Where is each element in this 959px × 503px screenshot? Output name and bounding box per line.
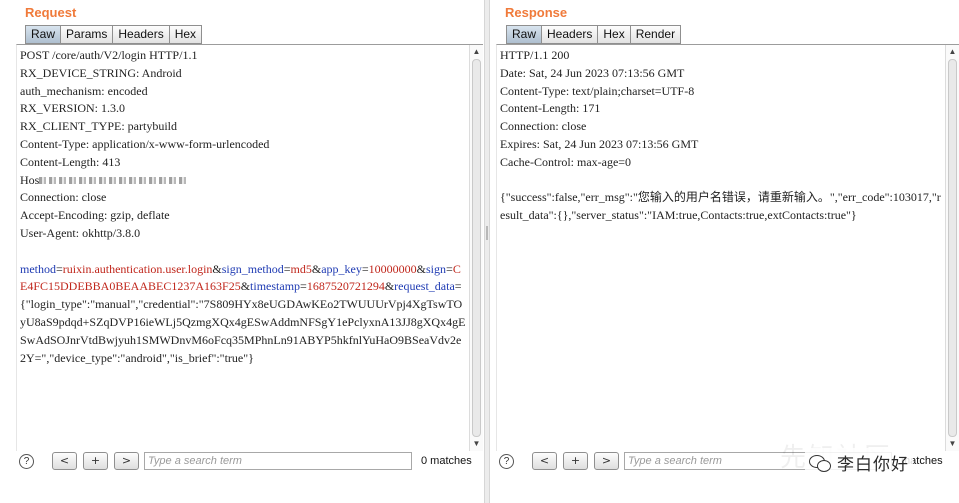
next-match-button[interactable]: > — [594, 452, 619, 470]
request-line: auth_mechanism: encoded — [20, 83, 148, 98]
request-tab-params[interactable]: Params — [60, 25, 113, 44]
scroll-down-icon[interactable]: ▼ — [946, 438, 959, 450]
param-value: md5 — [290, 261, 312, 276]
request-line: User-Agent: okhttp/3.8.0 — [20, 225, 141, 240]
param-separator: & — [240, 279, 251, 294]
request-line: Content-Type: application/x-www-form-url… — [20, 136, 270, 151]
scroll-thumb[interactable] — [948, 59, 957, 437]
request-search-input[interactable] — [144, 452, 412, 470]
response-body: {"success":false,"err_msg":"您输入的用户名错误，请重… — [500, 190, 941, 223]
response-scrollbar[interactable]: ▲ ▼ — [945, 45, 959, 451]
param-separator: & — [416, 261, 427, 276]
param-key: app_key — [321, 261, 362, 276]
scroll-down-icon[interactable]: ▼ — [470, 438, 483, 450]
param-value: {"login_type":"manual","credential":"7S8… — [20, 297, 466, 365]
request-line-host: Hos — [20, 172, 467, 190]
param-equals: = — [56, 261, 63, 276]
response-pane: Response Raw Headers Hex Render HTTP/1.1… — [490, 0, 959, 503]
request-search-bar: ? < + > 0 matches — [19, 451, 472, 471]
request-line: Connection: close — [20, 190, 107, 205]
response-line: Date: Sat, 24 Jun 2023 07:13:56 GMT — [500, 65, 685, 80]
request-text[interactable]: POST /core/auth/V2/login HTTP/1.1 RX_DEV… — [20, 47, 467, 451]
wechat-watermark: 李白你好 — [805, 448, 913, 477]
param-equals: = — [446, 261, 453, 276]
scroll-up-icon[interactable]: ▲ — [470, 46, 483, 58]
scroll-up-icon[interactable]: ▲ — [946, 46, 959, 58]
response-line: Cache-Control: max-age=0 — [500, 154, 632, 169]
request-match-count: 0 matches — [421, 455, 472, 467]
response-tabs: Raw Headers Hex Render — [506, 25, 682, 44]
response-line: HTTP/1.1 200 — [500, 48, 570, 62]
response-tab-headers[interactable]: Headers — [541, 25, 598, 44]
request-line: RX_VERSION: 1.3.0 — [20, 101, 126, 116]
host-label: Hos — [20, 172, 40, 187]
param-equals: = — [361, 261, 369, 276]
response-title: Response — [505, 5, 568, 20]
add-button[interactable]: + — [563, 452, 588, 470]
request-line: RX_DEVICE_STRING: Android — [20, 65, 182, 80]
request-pane: Request Raw Params Headers Hex POST /cor… — [0, 0, 484, 503]
request-line: Content-Length: 413 — [20, 154, 121, 169]
request-title: Request — [25, 5, 77, 20]
response-tab-raw[interactable]: Raw — [506, 25, 542, 44]
response-line: Expires: Sat, 24 Jun 2023 07:13:56 GMT — [500, 136, 699, 151]
help-icon[interactable]: ? — [499, 453, 514, 469]
response-tab-render[interactable]: Render — [629, 25, 682, 44]
request-tab-raw[interactable]: Raw — [25, 25, 61, 44]
wechat-icon — [809, 454, 831, 472]
param-value: 1687520721294 — [306, 279, 385, 294]
help-icon[interactable]: ? — [19, 453, 34, 469]
response-tab-hex[interactable]: Hex — [597, 25, 630, 44]
request-body: method=ruixin.authentication.user.login&… — [20, 261, 467, 368]
splitter-grip[interactable] — [486, 226, 488, 240]
response-line: Content-Length: 171 — [500, 101, 601, 116]
response-editor[interactable]: HTTP/1.1 200 Date: Sat, 24 Jun 2023 07:1… — [496, 44, 959, 451]
watermark-text: 李白你好 — [837, 455, 909, 475]
previous-match-button[interactable]: < — [52, 452, 77, 470]
param-separator: & — [212, 261, 222, 276]
param-key: timestamp — [250, 279, 301, 294]
param-equals: = — [300, 279, 307, 294]
param-key: request_data — [394, 279, 455, 294]
request-tabs: Raw Params Headers Hex — [25, 25, 203, 44]
response-line: Connection: close — [500, 119, 587, 134]
request-line: RX_CLIENT_TYPE: partybuild — [20, 119, 177, 134]
param-separator: & — [311, 261, 322, 276]
scroll-thumb[interactable] — [472, 59, 481, 437]
add-button[interactable]: + — [83, 452, 108, 470]
redacted-host — [39, 177, 190, 185]
response-line: Content-Type: text/plain;charset=UTF-8 — [500, 83, 695, 98]
response-text[interactable]: HTTP/1.1 200 Date: Sat, 24 Jun 2023 07:1… — [500, 47, 943, 451]
param-equals: = — [283, 261, 291, 276]
param-equals: = — [454, 279, 462, 294]
param-value: ruixin.authentication.user.login — [62, 261, 213, 276]
param-separator: & — [384, 279, 395, 294]
request-line: POST /core/auth/V2/login HTTP/1.1 — [20, 48, 198, 62]
param-key: sign_method — [221, 261, 284, 276]
request-tab-headers[interactable]: Headers — [112, 25, 169, 44]
request-tab-hex[interactable]: Hex — [168, 25, 203, 44]
previous-match-button[interactable]: < — [532, 452, 557, 470]
param-key: method — [20, 261, 56, 276]
param-key: sign — [426, 261, 447, 276]
request-scrollbar[interactable]: ▲ ▼ — [469, 45, 483, 451]
request-editor[interactable]: POST /core/auth/V2/login HTTP/1.1 RX_DEV… — [16, 44, 483, 451]
request-line: Accept-Encoding: gzip, deflate — [20, 208, 170, 223]
param-value: 10000000 — [368, 261, 417, 276]
next-match-button[interactable]: > — [114, 452, 139, 470]
